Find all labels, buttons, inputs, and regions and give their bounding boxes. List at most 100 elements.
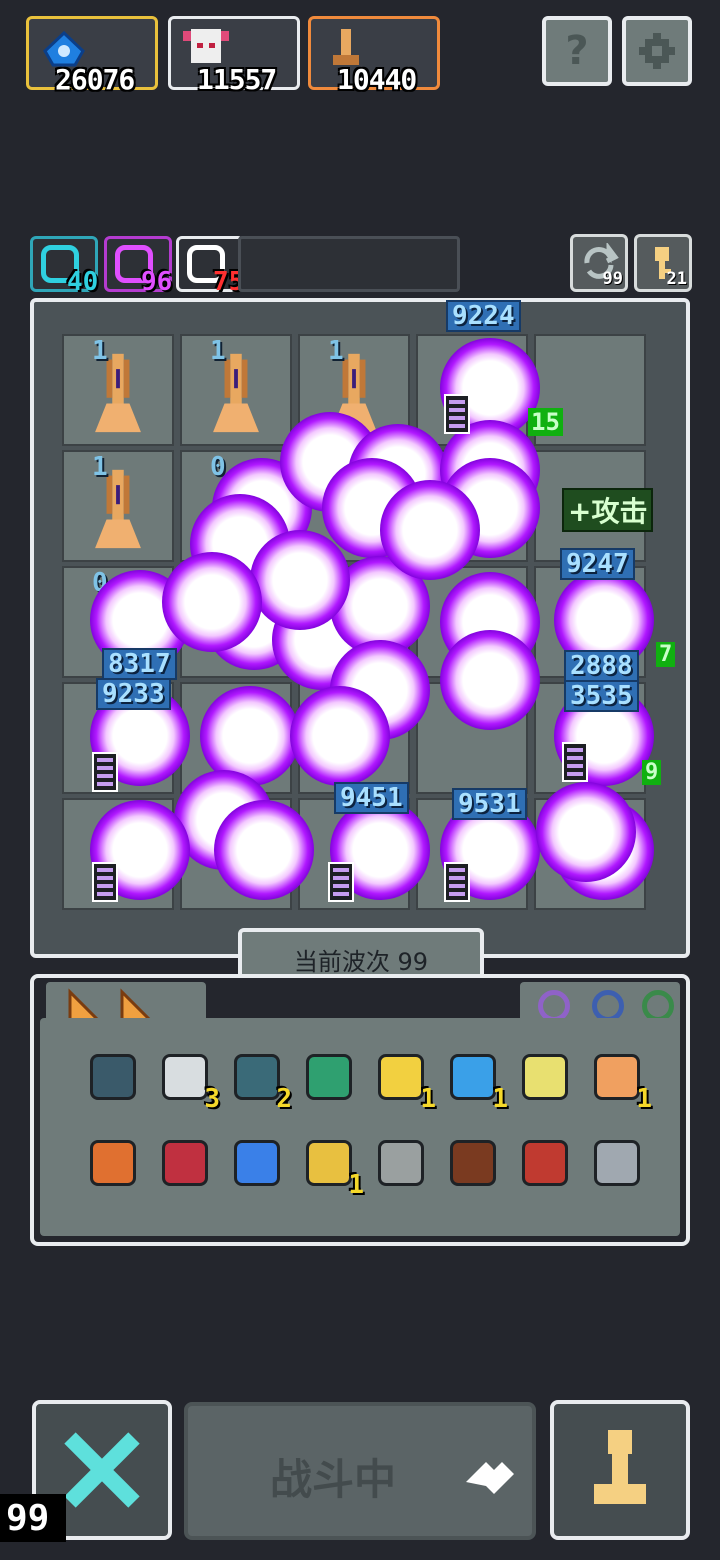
board-cell[interactable] [298,798,410,910]
tower-level: 1 [92,336,108,366]
item-quantity: 3 [204,1084,220,1114]
inventory-item[interactable]: 2 [228,1048,292,1114]
fast-forward-icon [466,1462,514,1494]
board-cell[interactable] [62,798,174,910]
board-cell[interactable] [416,682,528,794]
diamond-icon [90,1140,136,1186]
pawn-icon [594,1430,646,1504]
damage-number: 9451 [334,782,409,814]
scroll-icon [162,1054,208,1100]
board-cell[interactable] [298,682,410,794]
tower-level: 0 [92,568,108,598]
inventory-item[interactable]: 3 [156,1048,220,1114]
water-drop-icon [450,1054,496,1100]
pawn-button[interactable] [550,1400,690,1540]
resource-blue-gem[interactable]: 26076 [26,16,158,96]
board-cell[interactable] [180,450,292,562]
board-cell[interactable] [416,450,528,562]
heart-shield-icon [234,1054,280,1100]
wood-count: 10440 [337,63,417,96]
tower-level: 1 [210,336,226,366]
board-cell[interactable] [180,566,292,678]
potion-icon [522,1054,568,1100]
wave-text: 当前波次 99 [293,947,429,976]
item-quantity: 2 [276,1084,292,1114]
character-count: 11557 [197,63,277,96]
inventory-item[interactable] [588,1134,646,1192]
dice-icon [594,1140,640,1186]
help-button[interactable]: ? [542,16,612,86]
inventory-item[interactable]: 1 [372,1048,436,1114]
tower-level: 1 [328,336,344,366]
buff-red[interactable]: 75 [176,236,244,297]
inventory-item[interactable]: 1 [588,1048,652,1114]
question-icon: ? [565,28,589,74]
safe-icon [90,1054,136,1100]
inventory-item[interactable]: 1 [300,1134,364,1200]
shield-icon [306,1140,352,1186]
inventory-item[interactable] [84,1134,142,1192]
item-quantity: 1 [348,1170,364,1200]
buff-cyan-count: 40 [67,267,99,297]
buff-magenta-count: 96 [141,267,173,297]
board-cell[interactable] [298,450,410,562]
board-cell[interactable] [298,566,410,678]
maple-leaf-icon [522,1140,568,1186]
damage-green: 7 [656,642,676,667]
inventory-item[interactable] [516,1134,574,1192]
camera-icon [378,1140,424,1186]
log-icon [450,1140,496,1186]
damage-number: 3535 [564,680,639,712]
inventory-item[interactable]: 1 [444,1048,508,1114]
key-count: 21 [666,269,687,289]
inventory-item[interactable] [84,1048,142,1106]
chip-icon [378,1054,424,1100]
inventory-items: 3 2 1 1 1 1 [84,1048,674,1200]
tower-level: 1 [92,452,108,482]
resource-wood[interactable]: 10440 [308,16,440,96]
inventory-item[interactable] [372,1134,430,1192]
item-quantity: 1 [636,1084,652,1114]
refresh-count: 99 [602,269,623,289]
attack-buff-label: +攻击 [562,488,654,532]
item-quantity: 1 [420,1084,436,1114]
jar-icon [306,1054,352,1100]
damage-green: 15 [528,408,563,436]
crossed-swords-icon [64,1432,140,1508]
key-button[interactable]: 21 [634,234,692,292]
buff-magenta[interactable]: 96 [104,236,172,297]
board-grid: 1 1 1 1 0 0 [62,334,662,914]
damage-number: 9233 [96,678,171,710]
blue-gem-count: 26076 [55,63,135,96]
orb-icon [234,1140,280,1186]
board-cell[interactable] [180,798,292,910]
damage-number: 2888 [564,650,639,682]
settings-button[interactable] [622,16,692,86]
board-cell[interactable] [180,682,292,794]
bust-icon [594,1054,640,1100]
buff-cyan[interactable]: 40 [30,236,98,297]
damage-number: 9247 [560,548,635,580]
inventory-item[interactable] [156,1134,214,1192]
damage-number: 9531 [452,788,527,820]
board-cell[interactable] [534,798,646,910]
battle-status-button[interactable]: 战斗中 [184,1402,536,1540]
flower-icon [162,1140,208,1186]
buff-empty-bar [238,236,460,292]
damage-number: 8317 [102,648,177,680]
gear-icon [639,33,675,69]
board-cell[interactable] [416,566,528,678]
inventory-item[interactable] [516,1048,574,1106]
inventory-item[interactable] [444,1134,502,1192]
resource-character[interactable]: 11557 [168,16,300,96]
corner-count: 99 [6,1498,50,1539]
damage-number: 9224 [446,300,521,332]
inventory-item[interactable] [300,1048,358,1106]
inventory-item[interactable] [228,1134,286,1192]
damage-green: 9 [642,760,662,785]
battle-status-label: 战斗中 [270,1455,397,1504]
refresh-button[interactable]: 99 [570,234,628,292]
tower-level: 0 [210,452,226,482]
board-cell[interactable] [416,334,528,446]
item-quantity: 1 [492,1084,508,1114]
